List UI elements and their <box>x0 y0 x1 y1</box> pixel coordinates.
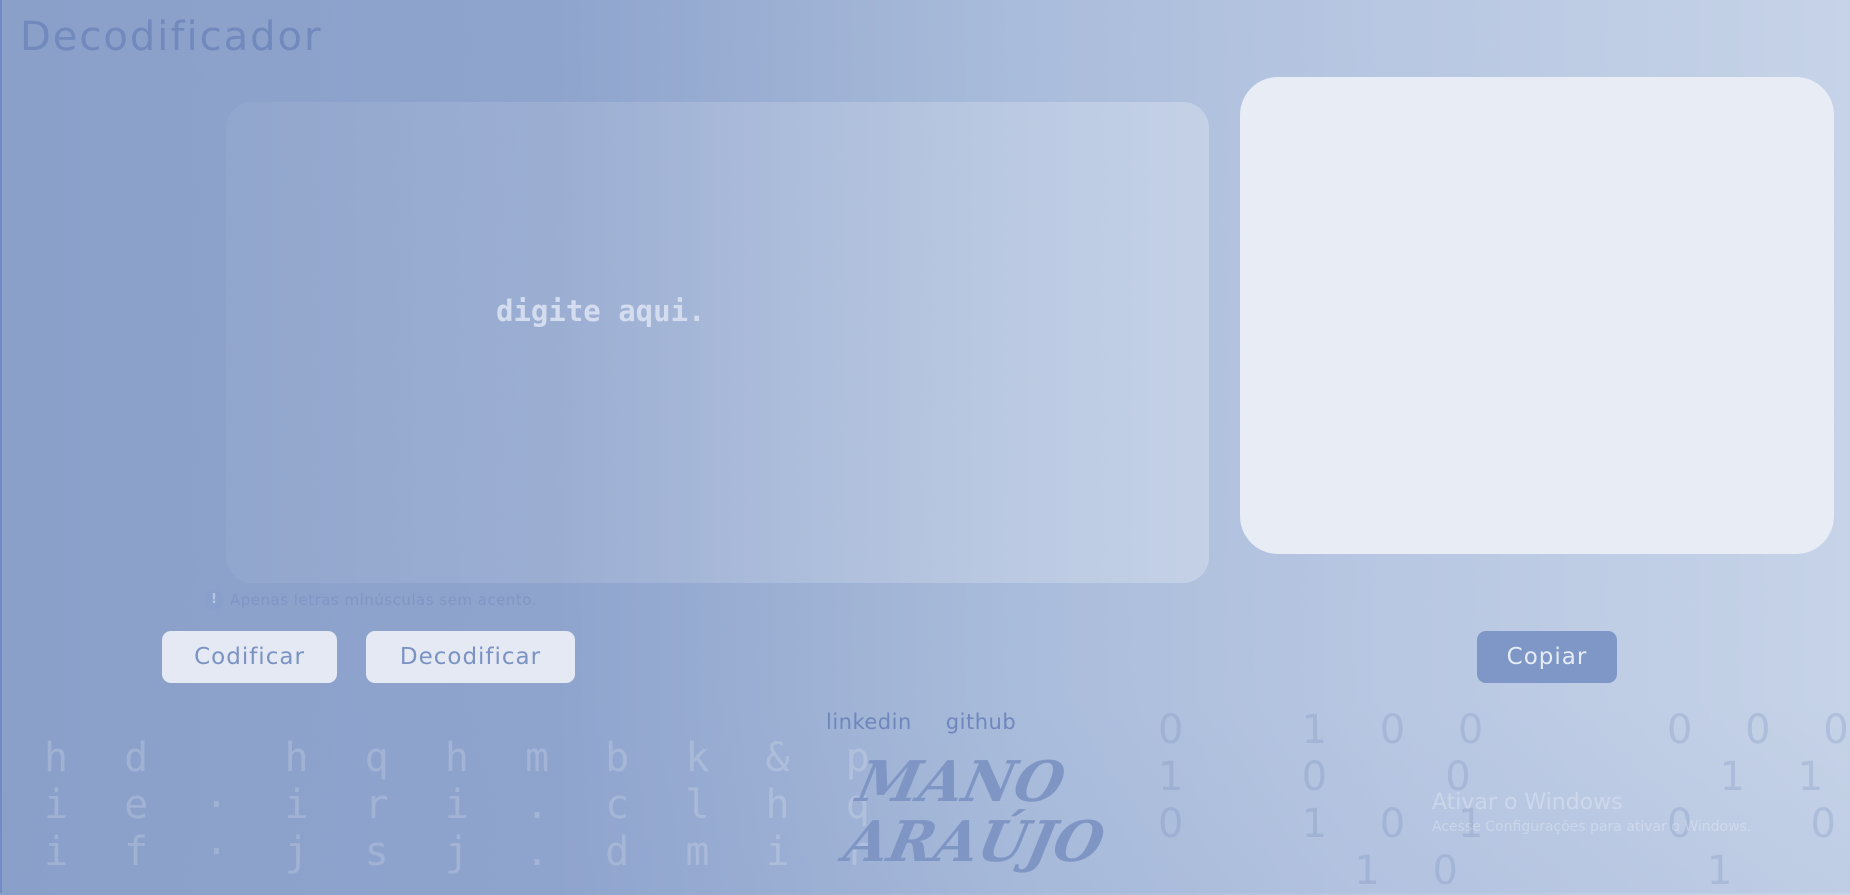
decode-button[interactable]: Decodificar <box>366 631 575 683</box>
logo-line-2: ARAÚJO <box>838 809 1111 875</box>
watermark-title: Ativar o Windows <box>1432 790 1623 815</box>
logo-line-1: MANO <box>851 749 1071 815</box>
input-hint: ! Apenas letras minúsculas sem acento. <box>204 590 537 610</box>
input-panel <box>226 102 1209 583</box>
watermark-subtitle: Acesse Configurações para ativar o Windo… <box>1432 819 1752 835</box>
footer-links: linkedin github <box>826 710 1016 734</box>
github-link[interactable]: github <box>946 710 1016 734</box>
copy-button[interactable]: Copiar <box>1477 631 1617 683</box>
linkedin-link[interactable]: linkedin <box>826 710 912 734</box>
output-panel <box>1240 77 1834 554</box>
encode-button[interactable]: Codificar <box>162 631 337 683</box>
windows-activation-watermark: Ativar o Windows Acesse Configurações pa… <box>1432 790 1751 835</box>
page-title: Decodificador <box>20 14 323 60</box>
author-logo: MANO ARAÚJO <box>838 749 1111 875</box>
footer-letter-pattern: h d h q h m b k & p i e · i r i . c l h … <box>44 735 886 875</box>
message-input[interactable] <box>226 102 1209 583</box>
info-icon: ! <box>204 590 224 610</box>
hint-text: Apenas letras minúsculas sem acento. <box>230 591 537 609</box>
